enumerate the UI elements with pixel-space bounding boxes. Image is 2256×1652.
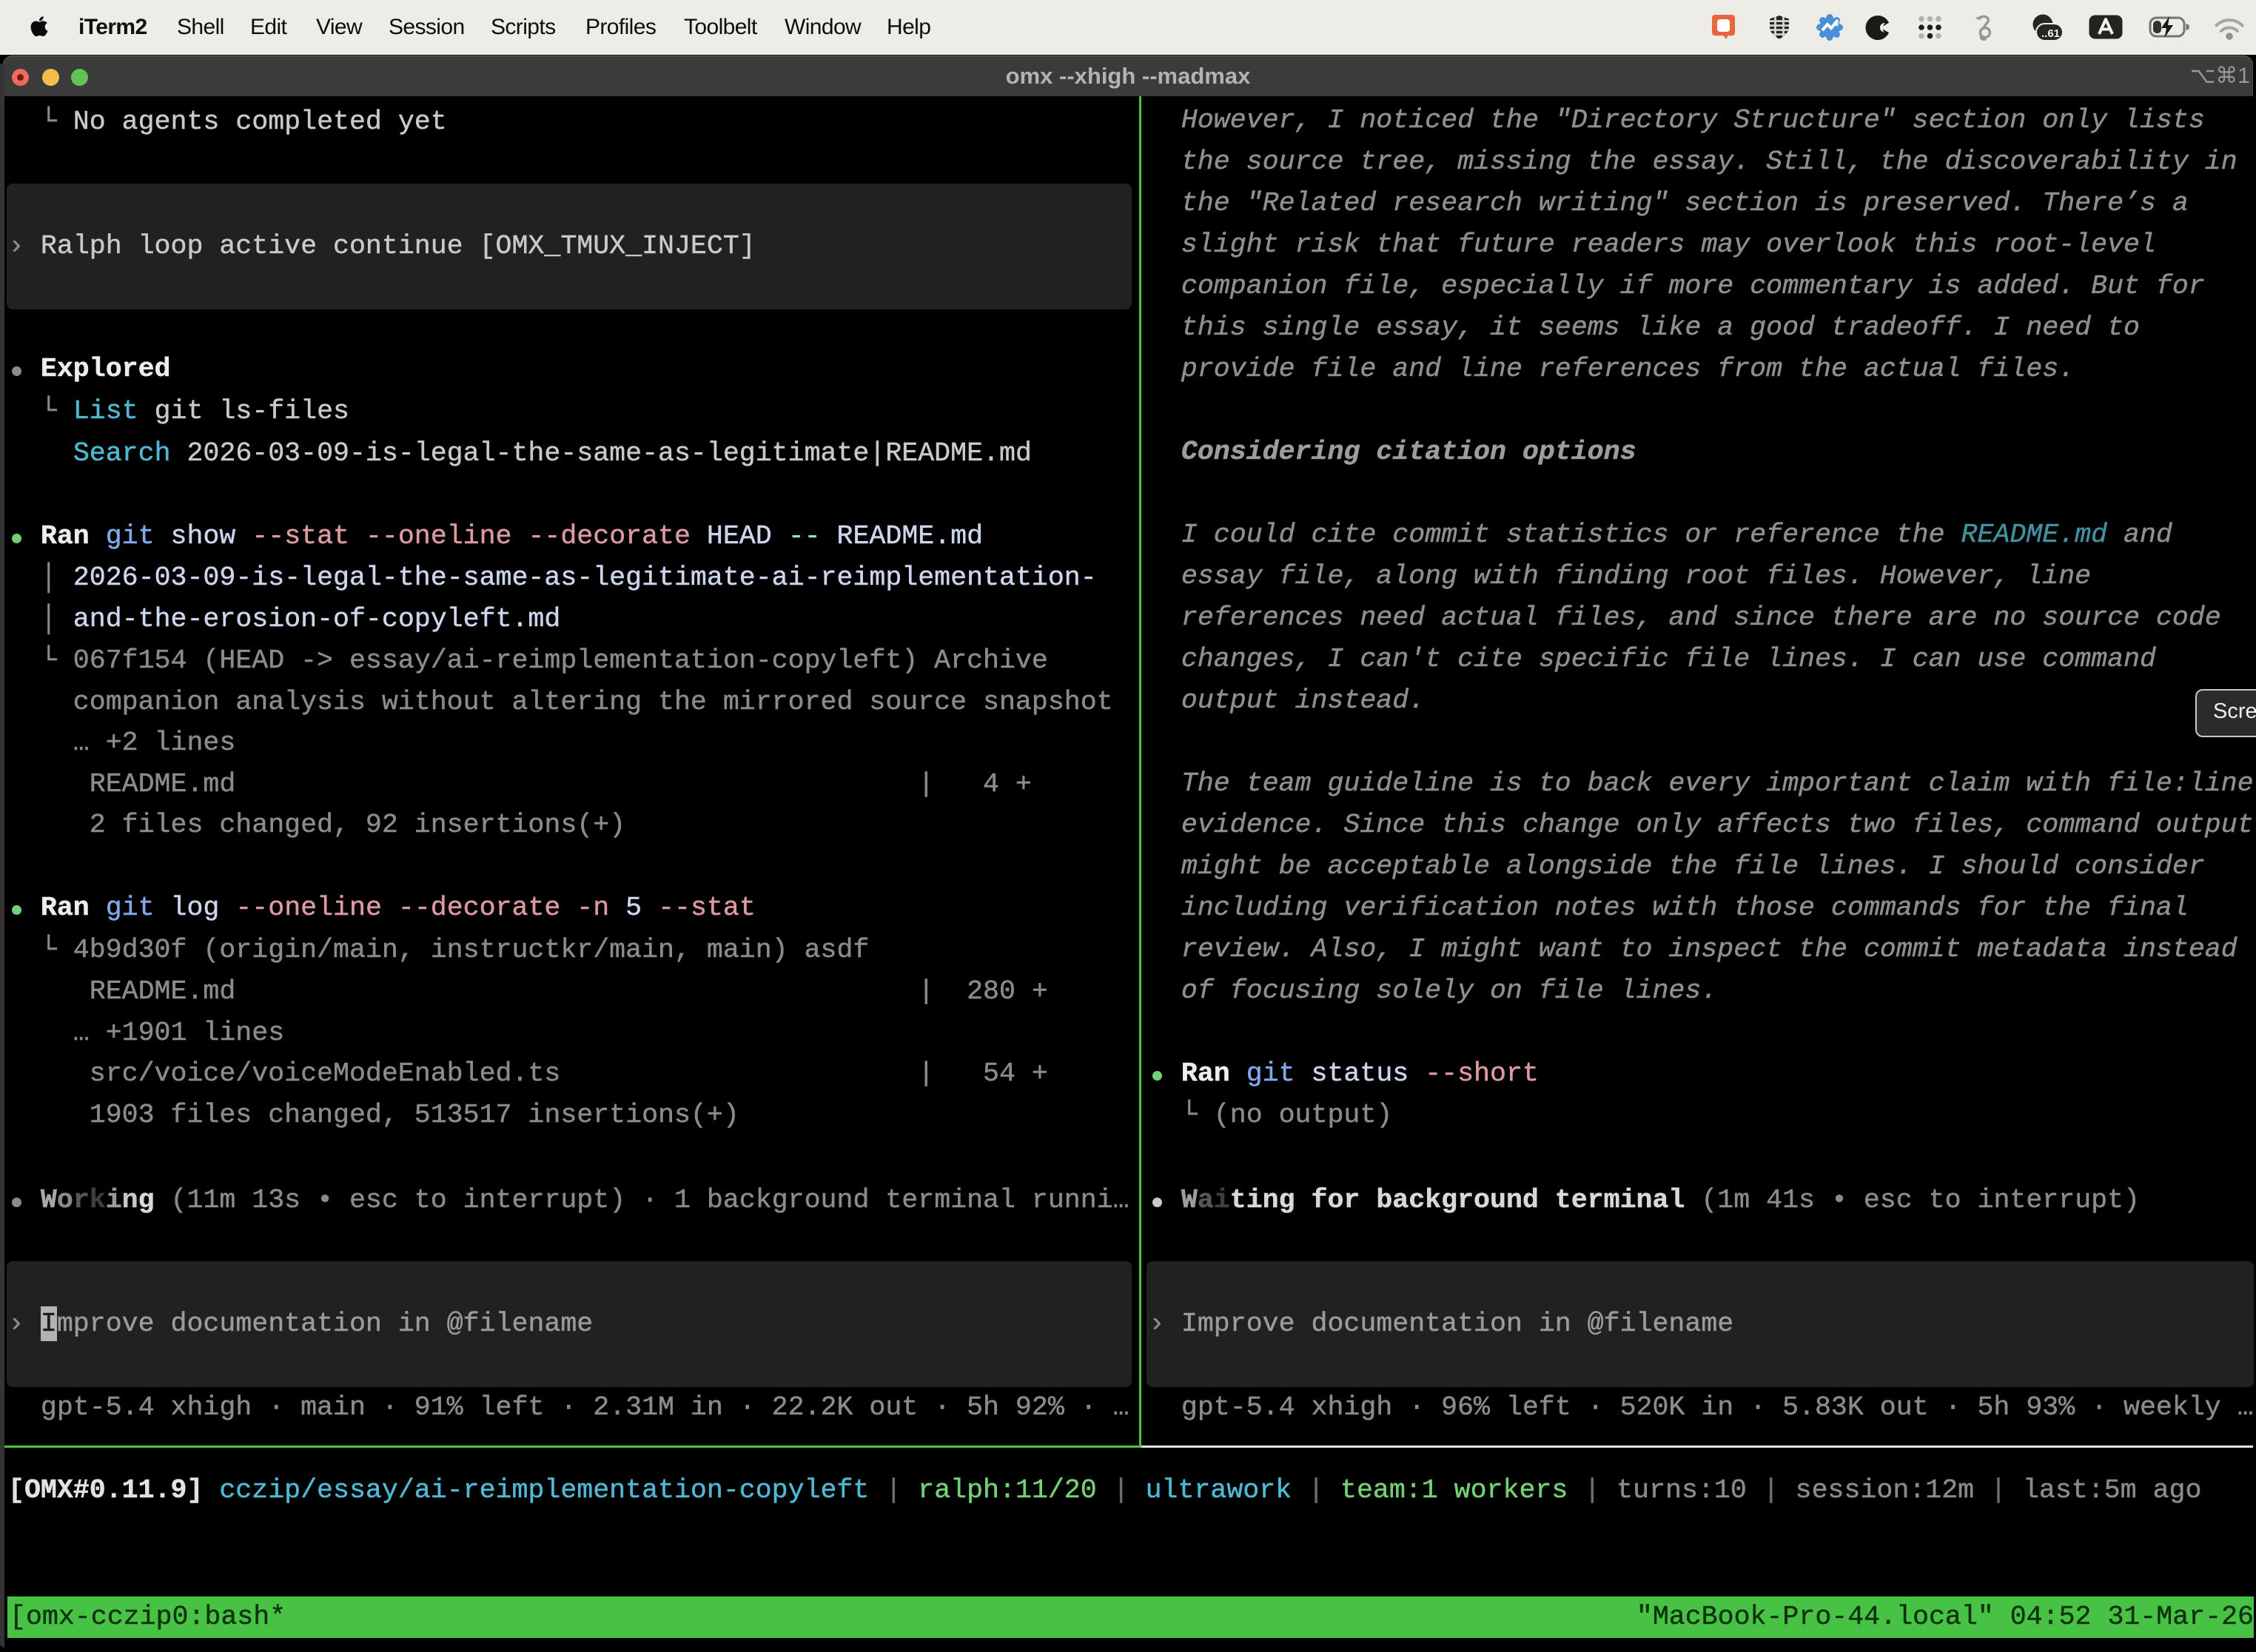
svg-text:..61: ..61 <box>2041 27 2060 40</box>
